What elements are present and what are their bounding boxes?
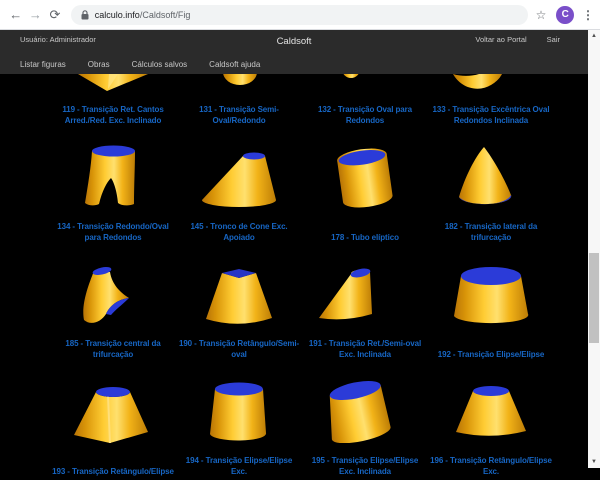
figure-caption: 196 - Transição Retângulo/ElipseExc.: [422, 443, 560, 480]
figure-caption-line: 182 - Transição lateral da: [422, 221, 560, 232]
figure-caption-line: 133 - Transição Excêntrica Oval: [422, 104, 560, 115]
figure-thumbnail[interactable]: [176, 129, 302, 209]
page-content: Usuário: Administrador Caldsoft Voltar a…: [0, 30, 588, 468]
figure-card-196[interactable]: 196 - Transição Retângulo/ElipseExc.: [428, 363, 554, 480]
scroll-up-icon[interactable]: ▲: [588, 30, 600, 42]
main-menu: Listar figuras Obras Cálculos salvos Cal…: [0, 52, 588, 69]
figure-caption-line: oval: [170, 349, 308, 360]
figure-thumbnail[interactable]: [302, 74, 428, 92]
figure-caption-line: Redondos: [296, 115, 434, 126]
figure-card-133[interactable]: 133 - Transição Excêntrica OvalRedondos …: [428, 74, 554, 129]
figure-thumbnail[interactable]: [176, 363, 302, 443]
figure-caption-line: 119 - Transição Ret. Cantos: [44, 104, 182, 115]
menu-item-caldsoft-ajuda[interactable]: Caldsoft ajuda: [209, 60, 260, 69]
figure-caption-line: 131 - Transição Semi-: [170, 104, 308, 115]
url-host: calculo.info: [95, 10, 140, 20]
figure-caption-line: 185 - Transição central da: [44, 338, 182, 349]
figure-thumbnail[interactable]: [302, 129, 428, 209]
figure-caption: 192 - Transição Elipse/Elipse: [422, 326, 560, 363]
figure-card-134[interactable]: 134 - Transição Redondo/Ovalpara Redondo…: [50, 129, 176, 246]
figure-card-185[interactable]: 185 - Transição central datrifurcação: [50, 246, 176, 363]
figure-thumbnail[interactable]: [50, 129, 176, 209]
figure-caption: 185 - Transição central datrifurcação: [44, 326, 182, 363]
figure-card-195[interactable]: 195 - Transição Elipse/ElipseExc. Inclin…: [302, 363, 428, 480]
figure-caption-line: 145 - Tronco de Cone Exc.: [170, 221, 308, 232]
figure-thumbnail[interactable]: [176, 246, 302, 326]
bookmark-star-icon[interactable]: ☆: [536, 8, 547, 22]
figure-thumbnail[interactable]: [428, 246, 554, 326]
lock-icon: [81, 10, 89, 20]
figure-caption: 133 - Transição Excêntrica OvalRedondos …: [422, 92, 560, 129]
forward-icon[interactable]: →: [26, 0, 46, 30]
url-path: /Caldsoft/Fig: [140, 10, 191, 20]
figure-card-192[interactable]: 192 - Transição Elipse/Elipse: [428, 246, 554, 363]
figure-thumbnail[interactable]: [302, 363, 428, 443]
figure-caption-line: 195 - Transição Elipse/Elipse: [296, 455, 434, 466]
figure-caption: 182 - Transição lateral datrifurcação: [422, 209, 560, 246]
menu-item-listar-figuras[interactable]: Listar figuras: [20, 60, 66, 69]
figure-caption-line: Redondos Inclinada: [422, 115, 560, 126]
portal-link[interactable]: Voltar ao Portal: [475, 35, 526, 44]
figure-caption-line: 134 - Transição Redondo/Oval: [44, 221, 182, 232]
profile-avatar[interactable]: C: [556, 6, 574, 24]
browser-toolbar: ← → ⟳ calculo.info/Caldsoft/Fig ☆ C ⋮: [0, 0, 600, 30]
figure-card-194[interactable]: 194 - Transição Elipse/ElipseExc.: [176, 363, 302, 480]
figure-thumbnail[interactable]: [50, 363, 176, 443]
figure-caption-line: Arred./Red. Exc. Inclinado: [44, 115, 182, 126]
menu-dots-icon[interactable]: ⋮: [582, 8, 594, 22]
figure-grid: 119 - Transição Ret. CantosArred./Red. E…: [50, 74, 554, 480]
address-bar[interactable]: calculo.info/Caldsoft/Fig: [71, 5, 528, 25]
figure-caption-line: 194 - Transição Elipse/Elipse: [170, 455, 308, 466]
menu-item-obras[interactable]: Obras: [88, 60, 110, 69]
figure-caption: 195 - Transição Elipse/ElipseExc. Inclin…: [296, 443, 434, 480]
scroll-down-icon[interactable]: ▼: [588, 456, 600, 468]
figure-caption: 132 - Transição Oval paraRedondos: [296, 92, 434, 129]
figure-thumbnail[interactable]: [428, 129, 554, 209]
logout-link[interactable]: Sair: [547, 35, 560, 44]
figure-caption-line: Exc. Inclinada: [296, 349, 434, 360]
figure-card-145[interactable]: 145 - Tronco de Cone Exc.Apoiado: [176, 129, 302, 246]
figure-card-190[interactable]: 190 - Transição Retângulo/Semi-oval: [176, 246, 302, 363]
back-icon[interactable]: ←: [6, 0, 26, 30]
figure-thumbnail[interactable]: [176, 74, 302, 92]
figure-caption-line: para Redondos: [44, 232, 182, 243]
figure-thumbnail[interactable]: [50, 74, 176, 92]
menu-item-calculos-salvos[interactable]: Cálculos salvos: [132, 60, 188, 69]
figure-caption-line: trifurcação: [44, 349, 182, 360]
figure-caption-line: 192 - Transição Elipse/Elipse: [422, 349, 560, 360]
figure-caption: 119 - Transição Ret. CantosArred./Red. E…: [44, 92, 182, 129]
figure-card-193[interactable]: 193 - Transição Retângulo/Elipse: [50, 363, 176, 480]
figure-thumbnail[interactable]: [302, 246, 428, 326]
figure-caption-line: 178 - Tubo elíptico: [296, 232, 434, 243]
figure-caption: 145 - Tronco de Cone Exc.Apoiado: [170, 209, 308, 246]
scrollbar-thumb[interactable]: [589, 253, 599, 343]
figure-caption-line: 196 - Transição Retângulo/Elipse: [422, 455, 560, 466]
figure-thumbnail[interactable]: [428, 363, 554, 443]
figure-caption: 134 - Transição Redondo/Ovalpara Redondo…: [44, 209, 182, 246]
figure-card-178[interactable]: 178 - Tubo elíptico: [302, 129, 428, 246]
figure-caption-line: 132 - Transição Oval para: [296, 104, 434, 115]
figure-card-132[interactable]: 132 - Transição Oval paraRedondos: [302, 74, 428, 129]
figure-caption: 190 - Transição Retângulo/Semi-oval: [170, 326, 308, 363]
figure-caption: 131 - Transição Semi-Oval/Redondo: [170, 92, 308, 129]
site-header: Usuário: Administrador Caldsoft Voltar a…: [0, 30, 588, 74]
figure-caption-line: 190 - Transição Retângulo/Semi-: [170, 338, 308, 349]
figure-card-182[interactable]: 182 - Transição lateral datrifurcação: [428, 129, 554, 246]
figure-thumbnail[interactable]: [428, 74, 554, 92]
figure-card-191[interactable]: 191 - Transição Ret./Semi-ovalExc. Incli…: [302, 246, 428, 363]
figure-caption: 193 - Transição Retângulo/Elipse: [44, 443, 182, 480]
figure-caption-line: Oval/Redondo: [170, 115, 308, 126]
reload-icon[interactable]: ⟳: [45, 0, 65, 30]
figure-card-119[interactable]: 119 - Transição Ret. CantosArred./Red. E…: [50, 74, 176, 129]
figure-caption: 191 - Transição Ret./Semi-ovalExc. Incli…: [296, 326, 434, 363]
figure-caption-line: trifurcação: [422, 232, 560, 243]
page-scrollbar[interactable]: ▲ ▼: [588, 30, 600, 468]
figure-caption: 178 - Tubo elíptico: [296, 209, 434, 246]
figure-card-131[interactable]: 131 - Transição Semi-Oval/Redondo: [176, 74, 302, 129]
figure-thumbnail[interactable]: [50, 246, 176, 326]
figure-caption-line: Apoiado: [170, 232, 308, 243]
figure-caption-line: 191 - Transição Ret./Semi-oval: [296, 338, 434, 349]
figure-caption: 194 - Transição Elipse/ElipseExc.: [170, 443, 308, 480]
